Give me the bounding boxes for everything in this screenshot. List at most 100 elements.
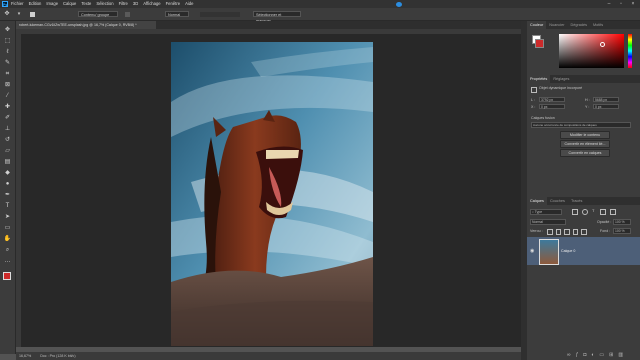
menu-item[interactable]: Sélection	[96, 0, 113, 8]
pen-icon[interactable]: ✒	[3, 192, 12, 199]
layer-row[interactable]: ◉ Calque 0	[527, 237, 640, 265]
document-image[interactable]	[171, 42, 373, 346]
convert-to-linked-button[interactable]: Convertir en élément lié...	[560, 140, 610, 148]
height-field[interactable]: 5688 px	[593, 97, 619, 102]
lock-paint-icon[interactable]	[555, 229, 562, 235]
panel-tab[interactable]: Couleur	[527, 21, 547, 29]
smart-filter-icon[interactable]	[610, 209, 616, 215]
quick-select-icon[interactable]: ✎	[3, 60, 12, 67]
style-dropdown[interactable]: Normal	[165, 11, 189, 17]
panel-tab[interactable]: Tracés	[568, 197, 585, 205]
type-filter-icon[interactable]: T	[592, 209, 596, 213]
zoom-icon[interactable]: ⌕	[3, 247, 12, 254]
eyedropper-icon[interactable]: ⁄	[3, 93, 12, 100]
layer-comps-dropdown[interactable]: Aucune occurrence de compositions de cal…	[531, 122, 631, 128]
lock-all-icon[interactable]	[581, 229, 587, 235]
stamp-icon[interactable]: ⊥	[3, 126, 12, 133]
cloud-icon[interactable]	[396, 2, 402, 7]
app-logo[interactable]: Ps	[2, 1, 8, 7]
select-and-mask-button[interactable]: Sélectionner et masquer...	[253, 11, 301, 23]
menu-item[interactable]: Fichier	[11, 0, 24, 8]
brush-icon[interactable]: ✐	[3, 115, 12, 122]
menu-item[interactable]: Filtre	[119, 0, 128, 8]
crop-icon[interactable]: ⌗	[3, 71, 12, 78]
link-icon[interactable]: ∞	[567, 352, 571, 358]
healing-icon[interactable]: ✚	[3, 104, 12, 111]
type-icon[interactable]: T	[3, 203, 12, 210]
mask-icon[interactable]: ◘	[583, 352, 586, 358]
x-field[interactable]: 0 px	[539, 104, 565, 109]
blur-icon[interactable]: ◆	[3, 170, 12, 177]
folder-icon[interactable]: ▭	[599, 352, 604, 358]
document-tab-bar: robert-lukeman-CGv1iiZwTEE-unsplash.jpg …	[16, 21, 521, 29]
menu-item[interactable]: Edition	[29, 0, 42, 8]
dodge-icon[interactable]: ●	[3, 181, 12, 188]
lasso-icon[interactable]: ℓ	[3, 49, 12, 56]
hue-slider[interactable]	[628, 34, 632, 68]
lock-pixels-icon[interactable]	[547, 229, 553, 235]
layer-name[interactable]: Calque 0	[561, 249, 575, 253]
move-tool-icon[interactable]: ✥	[3, 11, 11, 17]
adjustment-icon[interactable]: ◐	[591, 352, 594, 358]
history-brush-icon[interactable]: ↺	[3, 137, 12, 144]
auto-select-dropdown[interactable]: Contenu/ groupe	[78, 11, 118, 17]
path-select-icon[interactable]: ➤	[3, 214, 12, 221]
fill-field[interactable]: 100 %	[613, 228, 631, 234]
pixel-filter-icon[interactable]	[572, 209, 578, 215]
lock-position-icon[interactable]	[564, 229, 570, 235]
edit-contents-button[interactable]: Modifier le contenu	[560, 131, 610, 139]
panel-tab[interactable]: Réglages	[550, 75, 572, 83]
move-icon[interactable]: ✥	[3, 27, 12, 34]
document-tab[interactable]: robert-lukeman-CGv1iiZwTEE-unsplash.jpg …	[16, 21, 156, 29]
marquee-icon[interactable]: ⬚	[3, 38, 12, 45]
zoom-level[interactable]: 16,67%	[19, 354, 31, 358]
panel-tab[interactable]: Calques	[527, 197, 547, 205]
color-picker-marker[interactable]	[600, 42, 605, 47]
frame-icon[interactable]: ⊠	[3, 82, 12, 89]
width-field[interactable]: 3792 px	[539, 97, 565, 102]
panel-tab[interactable]: Couches	[547, 197, 568, 205]
background-swatch[interactable]	[535, 39, 544, 48]
hand-icon[interactable]: ✋	[3, 236, 12, 243]
eraser-icon[interactable]: ▱	[3, 148, 12, 155]
panel-tab[interactable]: Nuancier	[546, 21, 567, 29]
transform-controls-checkbox[interactable]	[125, 12, 130, 17]
auto-select-checkbox[interactable]	[30, 12, 35, 17]
color-field[interactable]	[559, 34, 624, 68]
opacity-field[interactable]: 100 %	[613, 219, 631, 225]
layer-thumbnail[interactable]	[539, 239, 559, 265]
convert-to-layers-button[interactable]: Convertir en calques	[560, 149, 610, 157]
eye-icon[interactable]: ◉	[530, 248, 534, 254]
fx-icon[interactable]: ƒ	[576, 352, 579, 358]
minimize-icon[interactable]: –	[603, 0, 615, 8]
layer-filter-dropdown[interactable]: ⌕ Type	[530, 209, 562, 215]
menu-item[interactable]: 3D	[133, 0, 138, 8]
menu-item[interactable]: Affichage	[143, 0, 160, 8]
doc-info[interactable]: Doc : Pro (128 K bit/c)	[40, 354, 75, 358]
maximize-icon[interactable]: ▫	[615, 0, 627, 8]
width-label: L :	[531, 98, 535, 102]
align-buttons[interactable]	[200, 12, 240, 17]
trash-icon[interactable]: ▥	[618, 352, 623, 358]
menu-item[interactable]: Calque	[63, 0, 76, 8]
menu-item[interactable]: Aide	[185, 0, 193, 8]
blend-mode-dropdown[interactable]: Normal	[530, 219, 566, 225]
menu-item[interactable]: Image	[46, 0, 58, 8]
gradient-icon[interactable]: ▤	[3, 159, 12, 166]
close-icon[interactable]: ×	[627, 0, 639, 8]
lock-artboard-icon[interactable]	[572, 229, 579, 235]
panel-tab[interactable]: Propriétés	[527, 75, 551, 83]
menu-item[interactable]: Texte	[81, 0, 91, 8]
adjustment-filter-icon[interactable]	[582, 209, 588, 215]
panel-tab[interactable]: Motifs	[590, 21, 606, 29]
new-layer-icon[interactable]: ⊞	[609, 352, 613, 358]
more-icon[interactable]: …	[3, 258, 12, 265]
panel-tab[interactable]: Dégradés	[568, 21, 590, 29]
shape-filter-icon[interactable]	[600, 209, 606, 215]
y-field[interactable]: 0 px	[593, 104, 619, 109]
foreground-color-swatch[interactable]	[3, 272, 11, 280]
menu-item[interactable]: Fenêtre	[166, 0, 180, 8]
shape-icon[interactable]: ▭	[3, 225, 12, 232]
y-label: Y :	[585, 105, 590, 109]
chevron-down-icon[interactable]: ▾	[16, 11, 22, 17]
